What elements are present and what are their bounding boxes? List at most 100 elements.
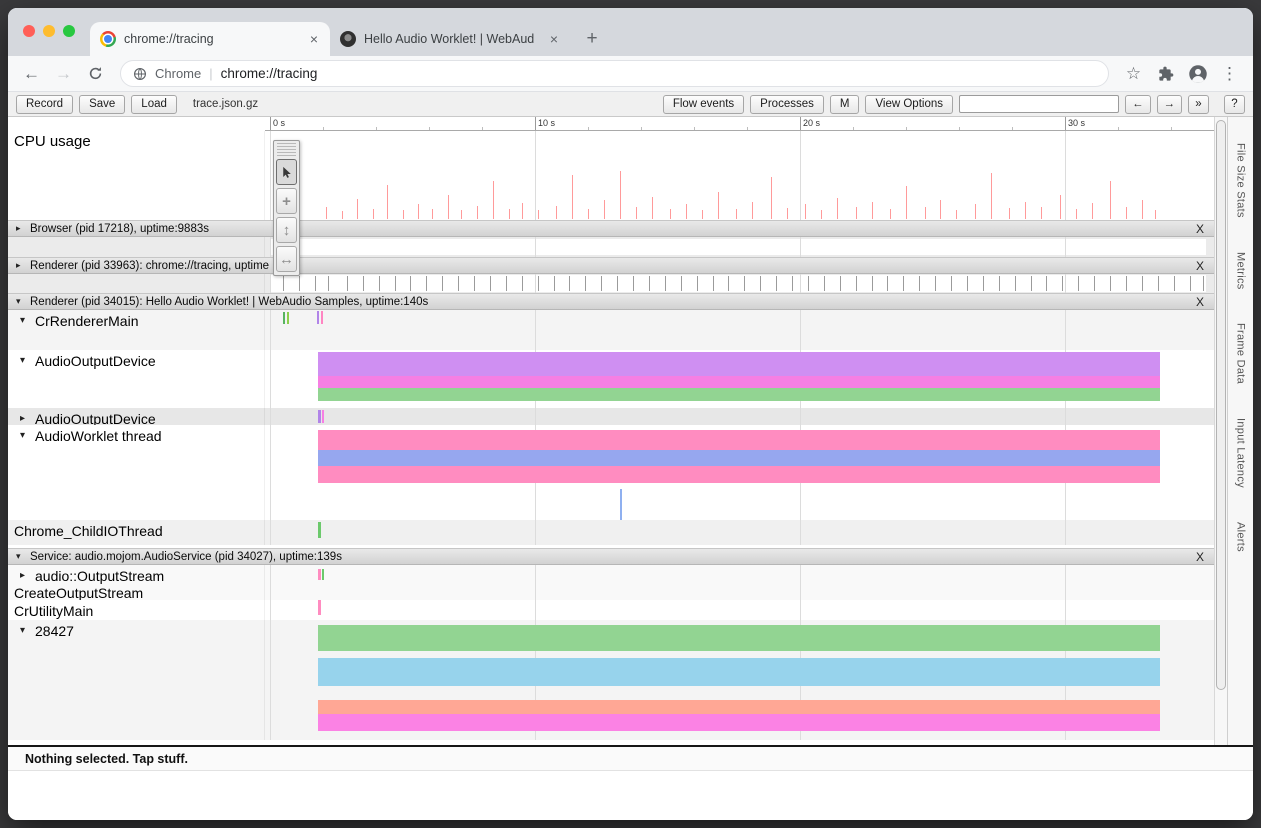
trace-event-tick[interactable] <box>1078 276 1079 291</box>
trace-event-tick[interactable] <box>617 276 618 291</box>
trace-event-tick[interactable] <box>318 410 321 423</box>
trace-event-tick[interactable] <box>585 276 586 291</box>
select-tool-button[interactable] <box>276 159 297 185</box>
trace-event-tick[interactable] <box>347 276 348 291</box>
trace-event-tick[interactable] <box>601 276 602 291</box>
expand-arrow-icon[interactable]: ▸ <box>20 411 30 425</box>
tab-close-icon[interactable]: × <box>548 31 560 47</box>
trace-event-tick[interactable] <box>395 276 396 291</box>
collapse-arrow-icon[interactable]: ▾ <box>20 313 30 329</box>
processes-button[interactable]: Processes <box>750 95 824 114</box>
trace-event-tick[interactable] <box>321 311 323 324</box>
browser-menu-button[interactable]: ⋮ <box>1216 60 1243 87</box>
thread-track[interactable]: Chrome_ChildIOThread <box>8 520 1214 545</box>
trace-event-bar[interactable] <box>318 376 1161 388</box>
extensions-button[interactable] <box>1152 60 1179 87</box>
trace-event-bar[interactable] <box>318 658 1161 686</box>
trace-event-bar[interactable] <box>318 625 1161 651</box>
save-button[interactable]: Save <box>79 95 125 114</box>
flow-events-button[interactable]: Flow events <box>663 95 744 114</box>
side-tab-file-size-stats[interactable]: File Size Stats <box>1235 143 1247 218</box>
trace-event-tick[interactable] <box>299 276 300 291</box>
trace-event-bar[interactable] <box>318 352 1161 376</box>
trace-event-tick[interactable] <box>426 276 427 291</box>
find-previous-button[interactable]: ← <box>1125 95 1151 114</box>
trace-event-tick[interactable] <box>287 312 289 324</box>
side-tab-metrics[interactable]: Metrics <box>1235 252 1247 290</box>
trace-event-tick[interactable] <box>633 276 634 291</box>
find-next-button[interactable]: → <box>1157 95 1183 114</box>
trace-event-tick[interactable] <box>506 276 507 291</box>
forward-button[interactable]: → <box>50 60 77 87</box>
side-tab-alerts[interactable]: Alerts <box>1235 522 1247 552</box>
thread-track[interactable]: CrUtilityMain <box>8 600 1214 620</box>
expand-arrow-icon[interactable]: ▸ <box>16 223 26 234</box>
trace-event-tick[interactable] <box>665 276 666 291</box>
trace-event-bar[interactable] <box>318 388 1161 401</box>
trace-event-tick[interactable] <box>728 276 729 291</box>
tab-tracing[interactable]: chrome://tracing × <box>90 22 330 56</box>
thread-track[interactable] <box>8 237 1214 257</box>
trace-event-tick[interactable] <box>522 276 523 291</box>
collapse-arrow-icon[interactable]: ▾ <box>16 296 26 307</box>
trace-event-tick[interactable] <box>1110 276 1111 291</box>
view-options-button[interactable]: View Options <box>865 95 953 114</box>
cpu-usage-track[interactable]: CPU usage <box>8 131 1214 220</box>
trace-event-tick[interactable] <box>808 276 809 291</box>
trace-event-tick[interactable] <box>649 276 650 291</box>
trace-event-bar[interactable] <box>318 466 1161 483</box>
trace-event-bar[interactable] <box>318 700 1161 714</box>
metrics-button[interactable]: M <box>830 95 860 114</box>
trace-event-tick[interactable] <box>1174 276 1175 291</box>
trace-event-tick[interactable] <box>697 276 698 291</box>
expand-arrow-icon[interactable]: ▸ <box>20 568 30 584</box>
collapse-arrow-icon[interactable]: ▾ <box>20 353 30 369</box>
process-header[interactable]: ▸Browser (pid 17218), uptime:9883sX <box>8 220 1214 237</box>
trace-event-tick[interactable] <box>317 311 319 324</box>
close-track-button[interactable]: X <box>1194 222 1206 236</box>
scrollbar-thumb[interactable] <box>1216 120 1226 690</box>
trace-event-tick[interactable] <box>1031 276 1032 291</box>
trace-event-tick[interactable] <box>856 276 857 291</box>
trace-event-tick[interactable] <box>322 569 324 580</box>
trace-event-tick[interactable] <box>1015 276 1016 291</box>
trace-event-tick[interactable] <box>1203 276 1204 291</box>
thread-track[interactable]: ▾AudioWorklet thread <box>8 425 1214 520</box>
trace-event-tick[interactable] <box>776 276 777 291</box>
side-tab-frame-data[interactable]: Frame Data <box>1235 323 1247 384</box>
collapse-arrow-icon[interactable]: ▾ <box>20 623 30 639</box>
trace-event-tick[interactable] <box>538 276 539 291</box>
thread-track[interactable]: ▸audio::OutputStreamCreateOutputStream <box>8 565 1214 600</box>
expand-arrow-icon[interactable]: ▸ <box>16 260 26 271</box>
trace-event-tick[interactable] <box>328 276 329 291</box>
more-button[interactable]: » <box>1188 95 1209 114</box>
trace-event-bar[interactable] <box>318 714 1161 731</box>
timeline-pane[interactable]: 0 s10 s20 s30 s CPU usage▸Browser (pid 1… <box>8 117 1214 745</box>
trace-event-tick[interactable] <box>1142 276 1143 291</box>
trace-event-tick[interactable] <box>681 276 682 291</box>
trace-event-tick[interactable] <box>474 276 475 291</box>
trace-event-tick[interactable] <box>318 600 321 615</box>
find-input[interactable] <box>959 95 1119 113</box>
pan-tool-button[interactable]: + <box>276 188 297 214</box>
trace-event-tick[interactable] <box>1094 276 1095 291</box>
record-button[interactable]: Record <box>16 95 73 114</box>
thread-track[interactable]: ▾28427 <box>8 620 1214 740</box>
vertical-scrollbar[interactable] <box>1214 117 1227 745</box>
help-button[interactable]: ? <box>1224 95 1245 114</box>
trace-event-bar[interactable] <box>318 430 1161 450</box>
close-window-button[interactable] <box>23 25 35 37</box>
bookmark-star-button[interactable]: ☆ <box>1120 60 1147 87</box>
zoom-window-button[interactable] <box>63 25 75 37</box>
tab-close-icon[interactable]: × <box>308 31 320 47</box>
close-track-button[interactable]: X <box>1194 295 1206 309</box>
process-header[interactable]: ▸Renderer (pid 33963): chrome://tracing,… <box>8 257 1214 274</box>
trace-event-tick[interactable] <box>903 276 904 291</box>
trace-event-tick[interactable] <box>840 276 841 291</box>
trace-event-tick[interactable] <box>283 276 284 291</box>
new-tab-button[interactable]: + <box>578 25 606 53</box>
trace-event-tick[interactable] <box>713 276 714 291</box>
load-button[interactable]: Load <box>131 95 177 114</box>
trace-event-tick[interactable] <box>1062 276 1063 291</box>
trace-event-tick[interactable] <box>744 276 745 291</box>
